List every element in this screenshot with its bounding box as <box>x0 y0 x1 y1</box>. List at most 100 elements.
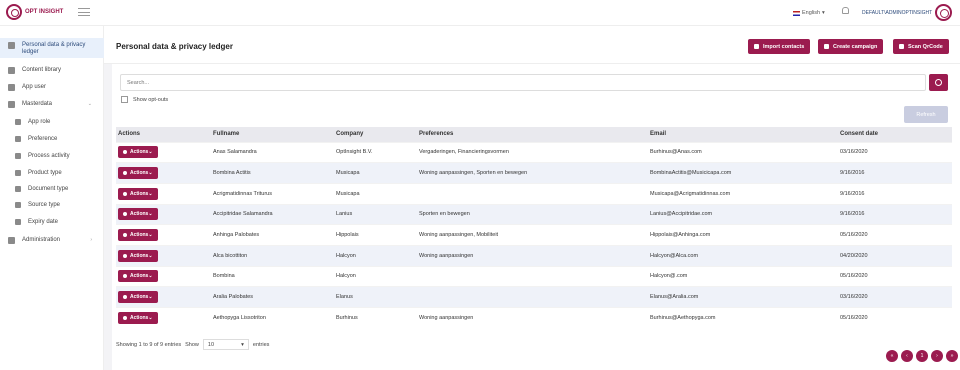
fullname-cell[interactable]: Anas Salamandra <box>211 141 334 163</box>
page-size-value: 10 <box>207 342 215 348</box>
cogs-icon <box>8 101 15 108</box>
book-icon <box>8 67 15 74</box>
chevron-down-icon: ▾ <box>822 10 825 16</box>
consent-date-cell: 9/16/2016 <box>838 182 952 205</box>
fullname-cell[interactable]: Bombina <box>211 265 334 287</box>
avatar[interactable] <box>935 4 952 21</box>
logo[interactable]: OPT INSIGHT <box>6 4 63 20</box>
preferences-cell: Woning aanpassingen <box>417 307 648 329</box>
current-page-button[interactable]: 1 <box>916 350 928 362</box>
chevron-down-icon: ⌄ <box>87 101 92 107</box>
preferences-cell <box>417 182 648 205</box>
row-actions-button[interactable]: Actions ⌄ <box>118 229 158 242</box>
sidebar-item-expiry-date[interactable]: Expiry date <box>0 219 104 225</box>
user-name[interactable]: DEFAULT\ADMINOPTINSIGHT <box>862 10 932 16</box>
search-button[interactable] <box>929 74 948 91</box>
row-actions-button[interactable]: Actions ⌄ <box>118 208 158 221</box>
page-title: Personal data & privacy ledger <box>116 42 233 51</box>
fullname-cell[interactable]: Bombina Actitis <box>211 162 334 184</box>
row-actions-button[interactable]: Actions ⌄ <box>118 249 158 262</box>
column-header[interactable]: Email <box>648 127 838 142</box>
company-cell: Burhinus <box>334 307 417 329</box>
sidebar: Personal data & privacy ledger Content li… <box>0 26 104 370</box>
sidebar-item-process-activity[interactable]: Process activity <box>0 153 104 159</box>
calendar-icon <box>15 219 21 225</box>
consent-date-cell: 9/16/2016 <box>838 162 952 184</box>
search-icon <box>15 202 21 208</box>
email-cell: Halcyon@.com <box>648 265 838 287</box>
show-optouts-checkbox[interactable]: Show opt-outs <box>121 96 168 103</box>
sidebar-item-masterdata[interactable]: Masterdata ⌄ <box>0 101 104 108</box>
sidebar-item-document-type[interactable]: Document type <box>0 186 104 192</box>
actions-cell: Actions ⌄ <box>116 224 211 246</box>
sidebar-item-label: Preference <box>28 136 58 142</box>
gear-icon <box>123 295 127 300</box>
fullname-cell[interactable]: Aethopyga Lissotriton <box>211 307 334 329</box>
column-header[interactable]: Actions <box>116 127 211 142</box>
search-input[interactable]: Search... <box>120 74 926 91</box>
row-actions-button[interactable]: Actions ⌄ <box>118 291 158 304</box>
table-row: Actions ⌄ Anhinga Palobates Hippolais Wonin… <box>116 224 952 246</box>
language-selector[interactable]: English ▾ <box>793 10 825 16</box>
chevron-down-icon: ⌄ <box>148 252 153 259</box>
sidebar-item-product-type[interactable]: Product type <box>0 170 104 176</box>
column-header[interactable]: Consent date <box>838 127 952 142</box>
row-actions-button[interactable]: Actions ⌄ <box>118 312 158 325</box>
sidebar-item-label: Personal data & privacy ledger <box>22 42 86 55</box>
menu-toggle-icon[interactable] <box>78 8 90 19</box>
create-campaign-button[interactable]: Create campaign <box>818 39 884 54</box>
column-header[interactable]: Preferences <box>417 127 648 142</box>
sidebar-item-app-role[interactable]: App role <box>0 119 104 125</box>
preferences-cell: Sporten en bewegen <box>417 203 648 225</box>
row-actions-button[interactable]: Actions ⌄ <box>118 270 158 283</box>
fullname-cell[interactable]: Alca bicottiton <box>211 244 334 267</box>
page-size-select[interactable]: 10 ▾ <box>202 339 249 350</box>
row-actions-button[interactable]: Actions ⌄ <box>118 187 158 200</box>
sidebar-item-content-library[interactable]: Content library <box>0 67 104 74</box>
actions-cell: Actions ⌄ <box>116 286 211 308</box>
refresh-label: Refresh <box>916 111 936 118</box>
chevron-down-icon: ⌄ <box>148 315 153 322</box>
next-page-button[interactable]: › <box>931 350 943 362</box>
company-cell: Elanus <box>334 286 417 308</box>
create-campaign-label: Create campaign <box>833 43 878 50</box>
fullname-cell[interactable]: Aralia Palobates <box>211 286 334 308</box>
table-row: Actions ⌄ Anas Salamandra OptInsight B.V. V… <box>116 141 952 163</box>
fullname-cell[interactable]: Acrigmatidinnas Triturus <box>211 182 334 205</box>
actions-label: Actions <box>130 273 149 280</box>
table-header-row: Actions Fullname Company Preferences Ema… <box>116 127 952 142</box>
logo-text: OPT INSIGHT <box>25 9 64 15</box>
sidebar-item-source-type[interactable]: Source type <box>0 202 104 208</box>
sidebar-item-app-user[interactable]: App user <box>0 84 104 91</box>
email-cell: Lanius@Accipitridae.com <box>648 203 838 225</box>
preferences-cell <box>417 286 648 308</box>
sidebar-item-personal-data-privacy-ledger[interactable]: Personal data & privacy ledger <box>0 38 104 58</box>
last-page-button[interactable]: » <box>946 350 958 362</box>
checkbox-icon[interactable] <box>121 96 128 103</box>
wrench-icon <box>15 153 21 159</box>
person-icon <box>15 119 21 125</box>
import-contacts-button[interactable]: Import contacts <box>748 39 811 54</box>
actions-label: Actions <box>130 232 149 239</box>
pagination: « ‹ 1 › » <box>883 350 958 362</box>
gear-icon <box>123 212 127 217</box>
row-actions-button[interactable]: Actions ⌄ <box>118 146 158 159</box>
column-header[interactable]: Company <box>334 127 417 142</box>
preferences-cell <box>417 265 648 287</box>
fullname-cell[interactable]: Accipitridae Salamandra <box>211 203 334 225</box>
bell-icon[interactable] <box>842 7 849 14</box>
column-header[interactable]: Fullname <box>211 127 334 142</box>
company-cell: Halcyon <box>334 244 417 267</box>
first-page-button[interactable]: « <box>886 350 898 362</box>
preferences-cell: Woning aanpassingen, Sporten en bewegen <box>417 162 648 184</box>
sidebar-item-preference[interactable]: Preference <box>0 136 104 142</box>
row-actions-button[interactable]: Actions ⌄ <box>118 167 158 180</box>
sidebar-item-administration[interactable]: Administration › <box>0 237 104 244</box>
scan-qrcode-button[interactable]: Scan QrCode <box>893 39 949 54</box>
prev-page-button[interactable]: ‹ <box>901 350 913 362</box>
sidebar-item-label: Source type <box>28 202 61 208</box>
fullname-cell[interactable]: Anhinga Palobates <box>211 224 334 246</box>
megaphone-icon <box>899 44 904 49</box>
thumbs-up-icon <box>15 136 21 142</box>
refresh-button[interactable]: Refresh <box>904 106 948 123</box>
